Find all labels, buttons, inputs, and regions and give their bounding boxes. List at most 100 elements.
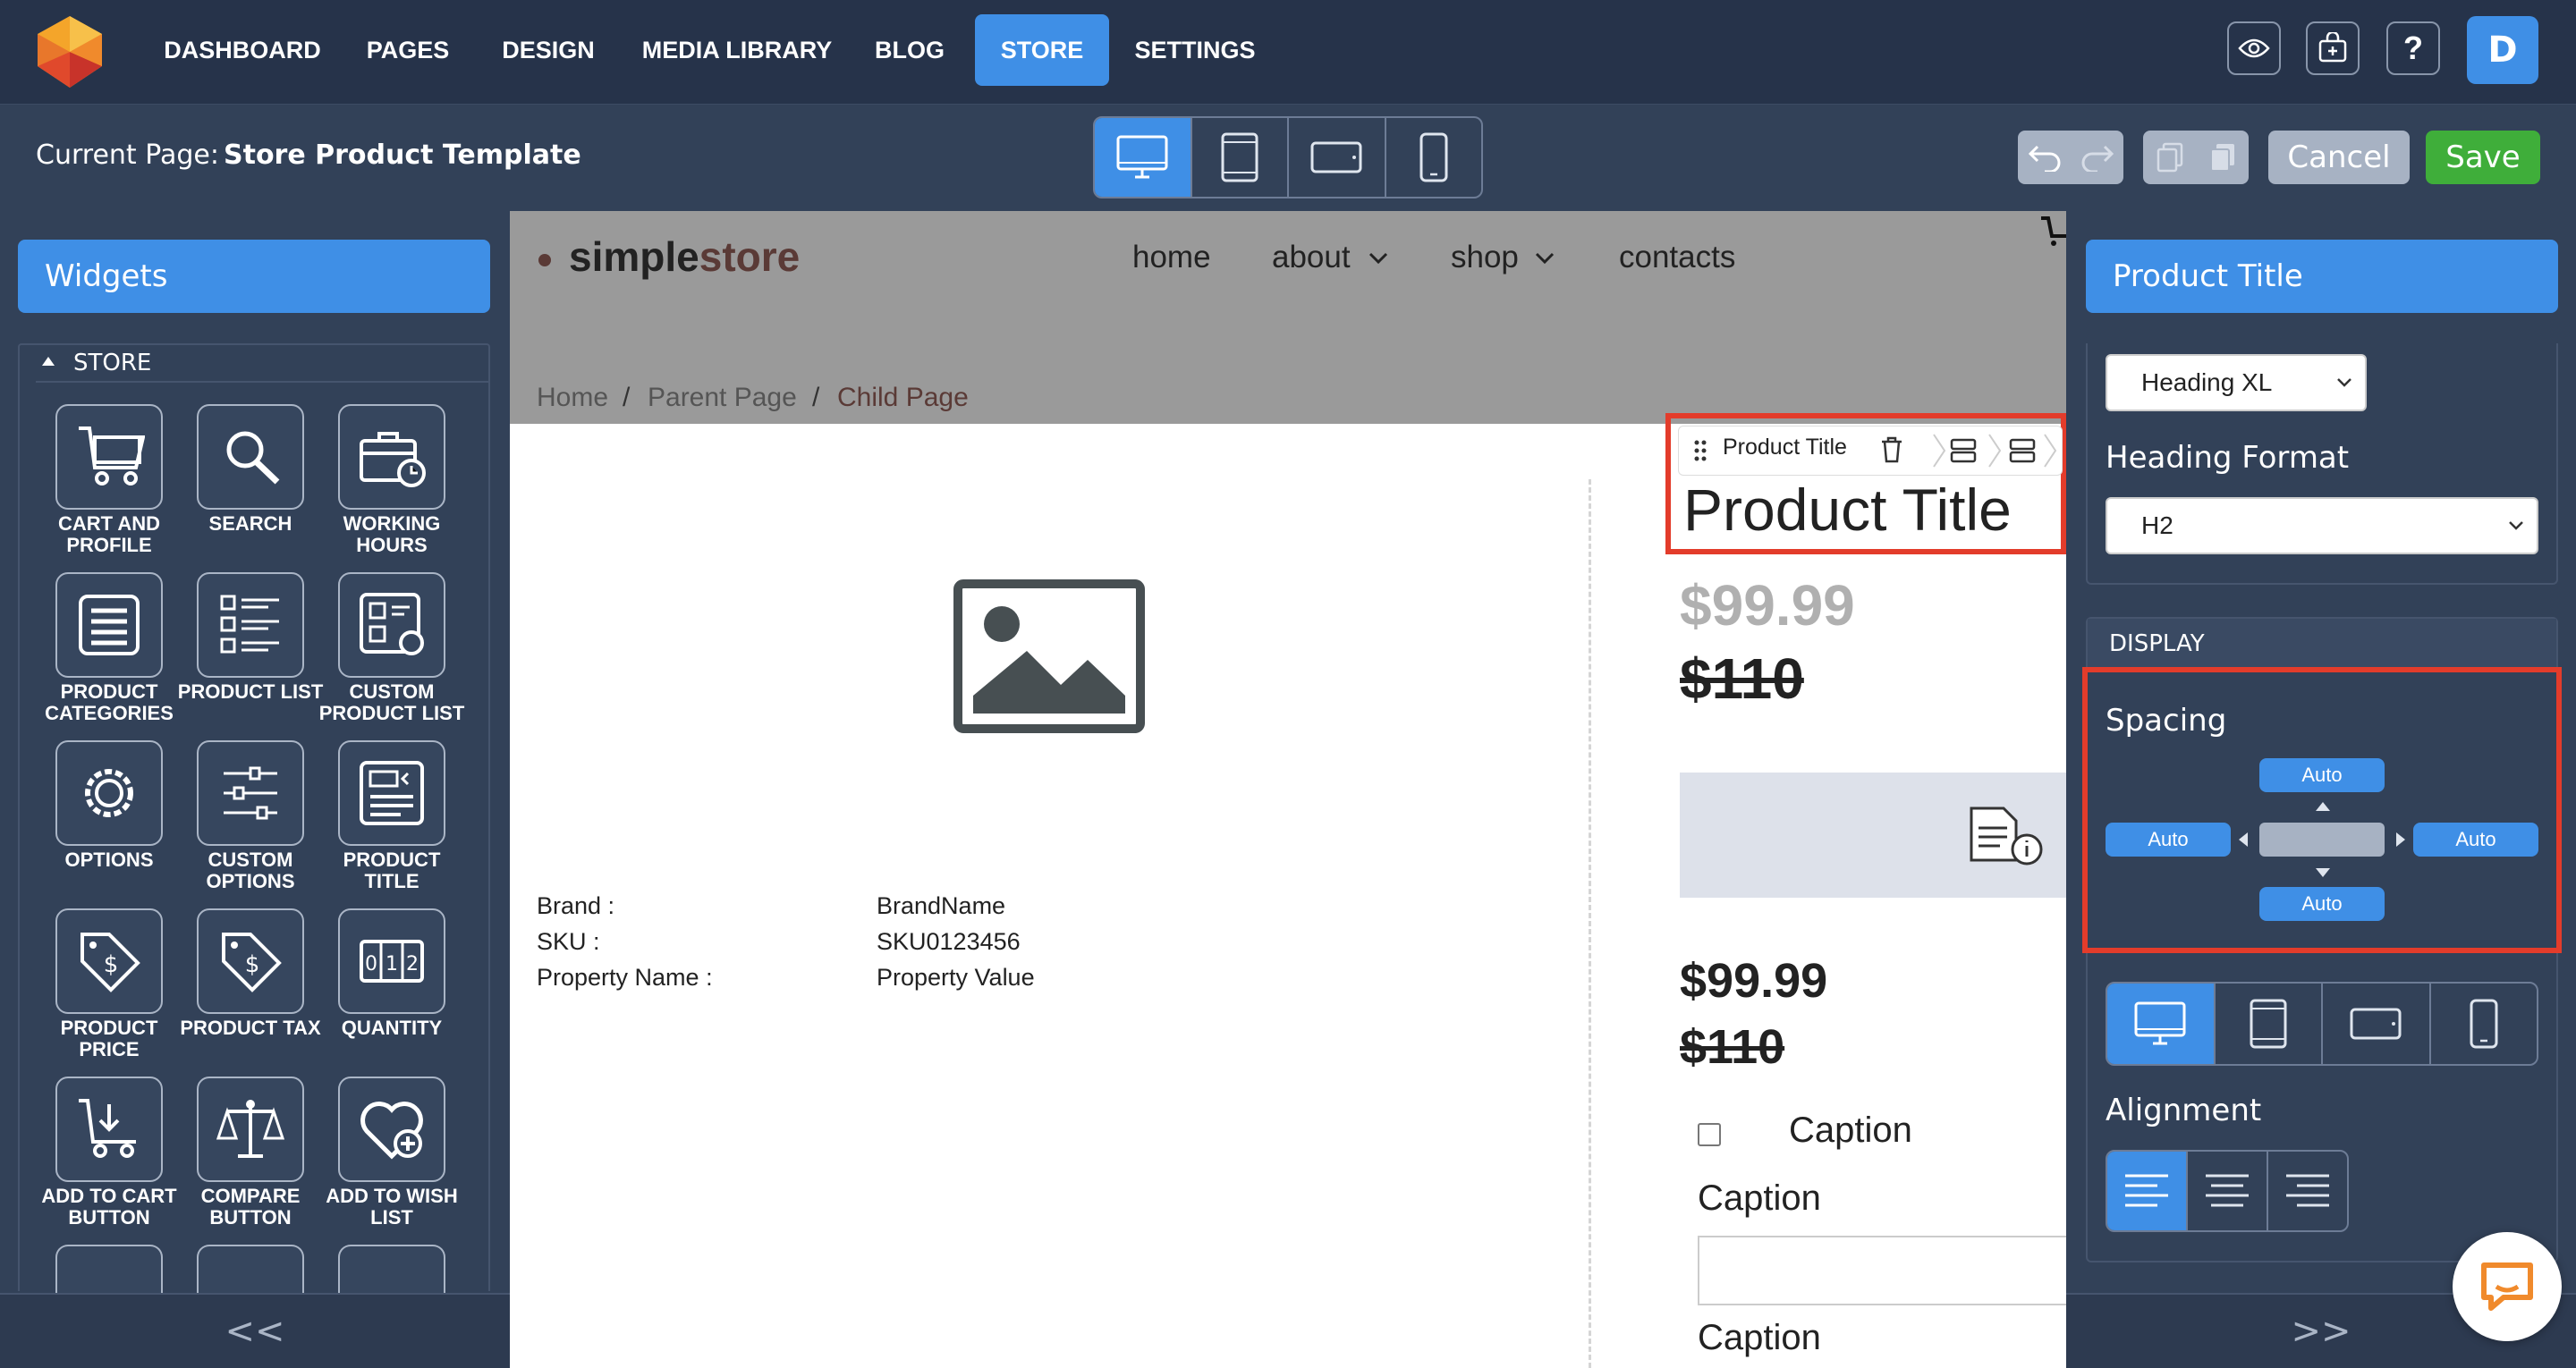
nav-design[interactable]: DESIGN [488,14,608,86]
widget-label: COMPARE BUTTON [200,1185,301,1229]
alignment-switcher [2106,1150,2349,1232]
widget-tile-custom-options[interactable] [197,740,304,846]
widget-tile-partial[interactable] [338,1245,445,1295]
list-icon [73,589,145,661]
widget-tile-working-hours[interactable] [338,404,445,510]
panel-device-tablet-button[interactable] [2216,984,2323,1064]
heading-format-select[interactable]: H2 [2106,497,2538,554]
product-title[interactable]: Product Title [1683,476,2012,544]
nav-dashboard[interactable]: DASHBOARD [157,14,327,86]
image-placeholder-icon[interactable] [953,579,1145,733]
brand-dot [538,254,551,266]
widget-tile-product-tax[interactable]: $ [197,908,304,1014]
panel-device-mobile-button[interactable] [2431,984,2538,1064]
device-mobile-button[interactable] [1386,118,1482,197]
nav-blog[interactable]: BLOG [862,14,957,86]
heading-size-select[interactable]: Heading XL [2106,354,2367,411]
device-tablet-landscape-button[interactable] [1289,118,1386,197]
chat-button[interactable] [2453,1232,2562,1341]
insert-below-icon[interactable] [2009,438,2036,463]
align-center-button[interactable] [2188,1152,2268,1230]
site-menu-about[interactable]: about [1272,240,1351,275]
svg-text:1: 1 [386,953,398,975]
logo[interactable] [32,14,107,89]
breadcrumb-home[interactable]: Home [537,383,608,413]
spacing-top-button[interactable]: Auto [2259,758,2385,792]
undo-button[interactable] [2018,131,2071,184]
widget-tile-product-categories[interactable] [55,572,163,678]
widget-tile-options[interactable] [55,740,163,846]
site-menu-shop[interactable]: shop [1451,240,1519,275]
widget-tile-add-to-cart-button[interactable] [55,1077,163,1182]
collapse-left-button[interactable]: << [0,1293,510,1368]
widget-tile-compare-button[interactable] [197,1077,304,1182]
redo-button[interactable] [2071,131,2123,184]
align-center-icon [2204,1173,2250,1209]
site-menu-contacts[interactable]: contacts [1619,240,1735,275]
drag-handle-icon[interactable] [1694,440,1707,461]
nav-store[interactable]: STORE [975,14,1109,86]
widget-tile-cart-and-profile[interactable] [55,404,163,510]
widget-tile-search[interactable] [197,404,304,510]
widget-tile-product-title[interactable] [338,740,445,846]
insert-above-icon[interactable] [1950,438,1977,463]
panel-device-tablet-landscape-button[interactable] [2323,984,2431,1064]
paste-button[interactable] [2196,131,2249,184]
current-page-name: Store Product Template [224,139,581,171]
product-old-price[interactable]: $110 [1680,646,1804,712]
spacing-left-button[interactable]: Auto [2106,823,2231,857]
chevron-right-icon [1987,433,2002,469]
chevron-down-icon [2336,377,2352,388]
properties-header: Product Title [2086,240,2558,313]
spacing-right-button[interactable]: Auto [2413,823,2538,857]
desktop-icon [1115,134,1169,181]
chevron-down-icon [1368,252,1388,265]
panel-device-desktop-button[interactable] [2107,984,2216,1064]
align-left-button[interactable] [2107,1152,2188,1230]
cart-icon[interactable] [2041,215,2066,250]
trash-icon[interactable] [1880,436,1903,463]
product-price[interactable]: $99.99 [1680,572,1855,638]
widget-tile-add-to-wish-list[interactable] [338,1077,445,1182]
breadcrumb-parent[interactable]: Parent Page [648,383,797,413]
align-right-button[interactable] [2268,1152,2347,1230]
svg-text:0: 0 [365,953,377,975]
nav-media-library[interactable]: MEDIA LIBRARY [640,14,834,86]
option-checkbox[interactable] [1698,1123,1721,1146]
search-icon [215,421,286,493]
prop-label-brand: Brand : [537,892,615,919]
title-icon [356,757,428,829]
nav-settings[interactable]: SETTINGS [1132,14,1258,86]
store-section-header[interactable]: STORE [36,343,488,383]
device-tablet-button[interactable] [1192,118,1289,197]
widget-toolbar-label: Product Title [1723,435,1847,460]
scale-icon [215,1094,286,1165]
store-add-button[interactable] [2306,21,2360,75]
widget-tile-partial[interactable] [197,1245,304,1295]
breadcrumb-separator: / [812,383,820,412]
arrow-right-icon [2395,832,2406,848]
alignment-label: Alignment [2106,1093,2262,1128]
cancel-button[interactable]: Cancel [2268,131,2410,184]
widget-tile-partial[interactable] [55,1245,163,1295]
chevron-down-icon [2508,520,2524,531]
copy-button[interactable] [2143,131,2196,184]
widget-tile-product-price[interactable]: $ [55,908,163,1014]
preview-button[interactable] [2227,21,2281,75]
spacing-label: Spacing [2106,703,2227,739]
device-desktop-button[interactable] [1095,118,1192,197]
help-button[interactable]: ? [2386,21,2440,75]
site-logo[interactable]: simplestore [569,232,800,281]
widget-tile-product-list[interactable] [197,572,304,678]
nav-pages[interactable]: PAGES [356,14,460,86]
spacing-bottom-button[interactable]: Auto [2259,887,2385,921]
widget-tile-custom-product-list[interactable] [338,572,445,678]
quantity-icon: 012 [356,925,428,997]
product-price-secondary[interactable]: $99.99 [1680,953,1827,1009]
caption-input[interactable] [1698,1236,2073,1305]
site-menu-home[interactable]: home [1132,240,1211,275]
product-old-price-secondary[interactable]: $110 [1680,1019,1784,1075]
save-button[interactable]: Save [2426,131,2540,184]
avatar[interactable]: D [2467,16,2538,84]
widget-tile-quantity[interactable]: 012 [338,908,445,1014]
